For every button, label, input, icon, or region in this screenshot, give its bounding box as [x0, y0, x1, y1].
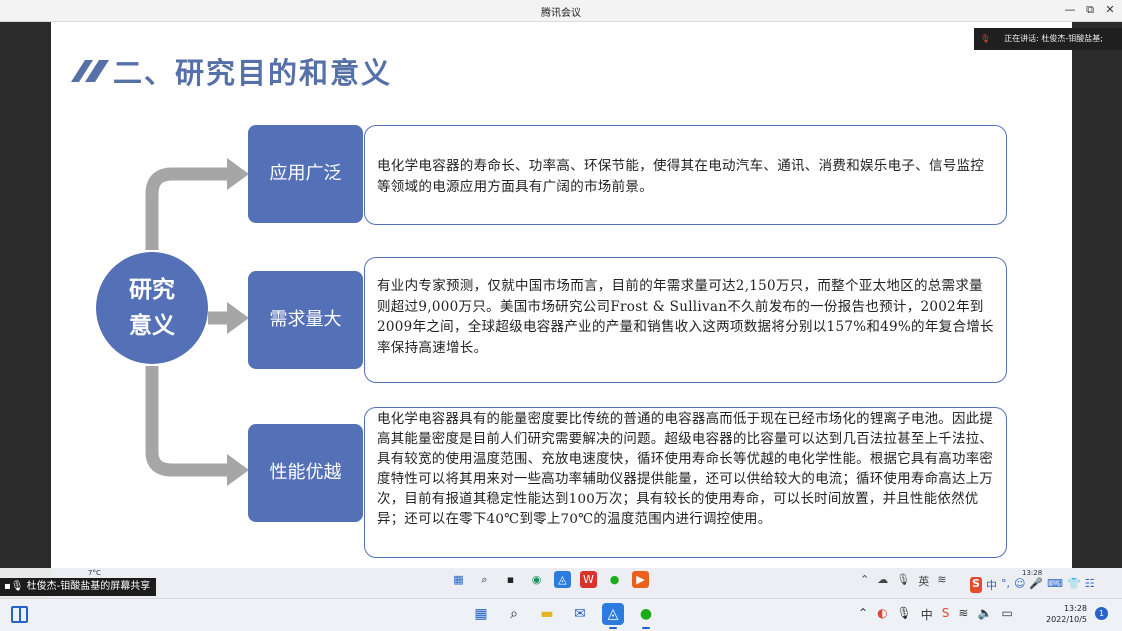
ime-char-5[interactable]: 👕: [1067, 577, 1081, 593]
volume-icon[interactable]: 🔈: [977, 606, 992, 623]
shared-slide: 二、研究目的和意义 研究 意义 应用广泛 电化学电容器的寿命长、功率高、环保节能…: [51, 22, 1072, 568]
inner-system-tray: ⌃ ☁ 🎙 英 ≋: [860, 573, 946, 589]
speaking-text: 正在讲话: 杜俊杰-钼酸盐基;: [1004, 34, 1103, 43]
ime-char-6[interactable]: ☷: [1085, 577, 1095, 593]
ime-char-2[interactable]: ☺: [1014, 577, 1025, 593]
battery-icon[interactable]: ▭: [1001, 606, 1012, 623]
speaking-mic-icon: 🎙: [980, 34, 991, 43]
window-title: 腾讯会议: [541, 8, 581, 19]
speaking-indicator: 🎙 正在讲话: 杜俊杰-钼酸盐基;: [974, 28, 1122, 50]
inner-taskview-icon: ▪: [506, 573, 515, 586]
circle-label-line2: 意义: [129, 313, 175, 339]
window-layout-icon[interactable]: [11, 606, 28, 623]
wechat-icon[interactable]: ●: [635, 603, 657, 629]
inner-meeting-icon: ◬: [554, 571, 571, 588]
wifi-icon[interactable]: ≋: [958, 606, 968, 623]
circle-label-line1: 研究: [129, 277, 175, 303]
label-superior-performance: 性能优越: [248, 424, 363, 522]
notification-badge[interactable]: 1: [1095, 607, 1108, 620]
ime-char-4[interactable]: ⌨: [1047, 577, 1063, 593]
inner-mic-icon: 🎙: [896, 573, 911, 586]
sogou-tray-icon[interactable]: S: [942, 606, 950, 623]
close-button[interactable]: ✕: [1102, 3, 1118, 16]
inner-weather: 7°C: [88, 569, 101, 577]
inner-clock: 13:28: [1022, 569, 1043, 577]
system-clock[interactable]: 13:28 2022/10/5: [1046, 603, 1087, 625]
windows-start-icon[interactable]: ▦: [470, 603, 492, 625]
ime-char-3[interactable]: 🎤: [1029, 577, 1043, 593]
inner-cloud-icon: ☁: [877, 573, 889, 586]
text-widely-used: 电化学电容器的寿命长、功率高、环保节能，使得其在电动汽车、通讯、消费和娱乐电子、…: [364, 125, 1007, 225]
inner-presentation-icon: ▶: [632, 571, 649, 588]
inner-search-icon: ⌕: [481, 573, 488, 586]
tray-ime[interactable]: 中: [921, 606, 933, 623]
inner-ime-lang: 英: [918, 575, 930, 588]
inner-chevron-up-icon: ⌃: [860, 573, 870, 586]
screen-share-label[interactable]: ▪🎙 杜俊杰-钼酸盐基的屏幕共享: [0, 578, 157, 596]
right-dark-margin: [1072, 22, 1122, 568]
text-superior-performance: 电化学电容器具有的能量密度要比传统的普通的电容器高而低于现在已经市场化的锂离子电…: [364, 407, 1007, 558]
label-widely-used: 应用广泛: [248, 125, 363, 223]
chevron-up-icon[interactable]: ⌃: [858, 606, 868, 623]
inner-wps-icon: W: [580, 571, 597, 588]
inner-taskbar-icons: ▦ ⌕ ▪ ◉ ◬ W ● ▶: [450, 571, 649, 588]
ime-char-1[interactable]: °,: [1001, 577, 1010, 593]
search-icon[interactable]: ⌕: [503, 603, 525, 625]
label-high-demand: 需求量大: [248, 271, 363, 369]
minimize-button[interactable]: —: [1062, 3, 1078, 16]
window-titlebar: 腾讯会议 — ⧉ ✕: [0, 0, 1122, 22]
tencent-meeting-icon[interactable]: ◬: [602, 603, 624, 629]
app-tray-icon[interactable]: ◐: [877, 606, 887, 623]
inner-windows-icon: ▦: [453, 573, 464, 586]
inner-wechat-icon: ●: [609, 573, 620, 586]
clock-date: 2022/10/5: [1046, 615, 1088, 624]
file-explorer-icon[interactable]: ▬: [536, 603, 558, 625]
sogou-ime-icon[interactable]: S: [970, 577, 982, 593]
mic-icon[interactable]: 🎙: [897, 606, 912, 623]
restore-button[interactable]: ⧉: [1082, 3, 1098, 17]
ime-char-0[interactable]: 中: [986, 577, 997, 593]
host-taskbar-icons: ▦ ⌕ ▬ ✉ ◬ ●: [470, 603, 657, 629]
left-dark-margin: [0, 22, 51, 568]
research-significance-circle: 研究 意义: [96, 252, 208, 364]
screen-share-text: 杜俊杰-钼酸盐基的屏幕共享: [26, 581, 151, 592]
text-high-demand: 有业内专家预测，仅就中国市场而言，目前的年需求量可达2,150万只，而整个亚太地…: [364, 257, 1007, 383]
screen-share-icon: ▪🎙: [4, 581, 24, 592]
inner-wifi-icon: ≋: [937, 573, 947, 586]
ime-toolbar[interactable]: S 中 °, ☺ 🎤 ⌨ 👕 ☷: [970, 577, 1095, 593]
host-system-tray: ⌃ ◐ 🎙 中 S ≋ 🔈 ▭: [858, 606, 1013, 623]
clock-time: 13:28: [1063, 604, 1088, 613]
inner-edge-icon: ◉: [531, 573, 542, 586]
mail-icon[interactable]: ✉: [569, 603, 591, 625]
